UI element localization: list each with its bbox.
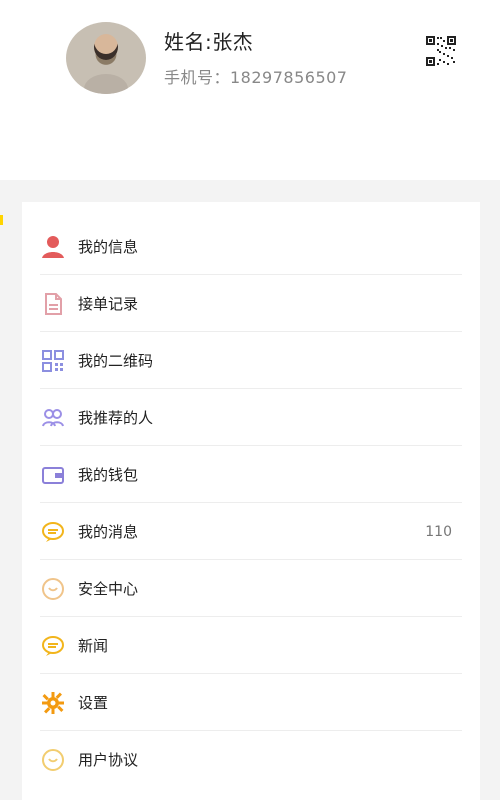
menu-item-label: 设置 xyxy=(78,694,109,712)
menu-item-news[interactable]: 新闻 xyxy=(22,617,480,674)
agreement-icon xyxy=(40,747,66,773)
menu-item-security-center[interactable]: 安全中心 xyxy=(22,560,480,617)
avatar[interactable] xyxy=(66,22,146,94)
user-name: 姓名:张杰 xyxy=(164,30,254,54)
menu-item-label: 我的信息 xyxy=(78,238,139,256)
qr-code-icon xyxy=(40,348,66,374)
menu-item-wallet[interactable]: 我的钱包 xyxy=(22,446,480,503)
menu-item-my-qrcode[interactable]: 我的二维码 xyxy=(22,332,480,389)
menu-item-label: 新闻 xyxy=(78,637,109,655)
menu-item-referrals[interactable]: 我推荐的人 xyxy=(22,389,480,446)
menu-item-messages[interactable]: 我的消息 110 xyxy=(22,503,480,560)
menu-item-user-agreement[interactable]: 用户协议 xyxy=(22,731,480,788)
people-icon xyxy=(40,405,66,431)
menu-item-label: 我的消息 xyxy=(78,523,139,541)
menu-item-label: 我推荐的人 xyxy=(78,409,154,427)
menu-item-label: 用户协议 xyxy=(78,751,139,769)
menu-item-label: 接单记录 xyxy=(78,295,139,313)
menu-item-label: 我的二维码 xyxy=(78,352,154,370)
menu-item-settings[interactable]: 设置 xyxy=(22,674,480,731)
security-icon xyxy=(40,576,66,602)
user-phone: 手机号：18297856507 xyxy=(164,68,348,87)
message-count-badge: 110 xyxy=(425,523,452,540)
qr-code-icon[interactable] xyxy=(425,35,457,67)
news-icon xyxy=(40,633,66,659)
document-icon xyxy=(40,291,66,317)
menu-item-order-records[interactable]: 接单记录 xyxy=(22,275,480,332)
menu-item-label: 我的钱包 xyxy=(78,466,139,484)
message-icon xyxy=(40,519,66,545)
wallet-icon xyxy=(40,462,66,488)
menu-item-my-info[interactable]: 我的信息 xyxy=(22,218,480,275)
profile-header: 姓名:张杰 手机号：18297856507 xyxy=(0,0,500,180)
menu-panel: 我的信息 接单记录 我的二维码 我推荐的人 我的钱包 我的消息 110 安全中心… xyxy=(22,202,480,800)
menu-item-label: 安全中心 xyxy=(78,580,139,598)
user-icon xyxy=(40,234,66,260)
edge-accent xyxy=(0,215,3,225)
settings-gear-icon xyxy=(40,690,66,716)
